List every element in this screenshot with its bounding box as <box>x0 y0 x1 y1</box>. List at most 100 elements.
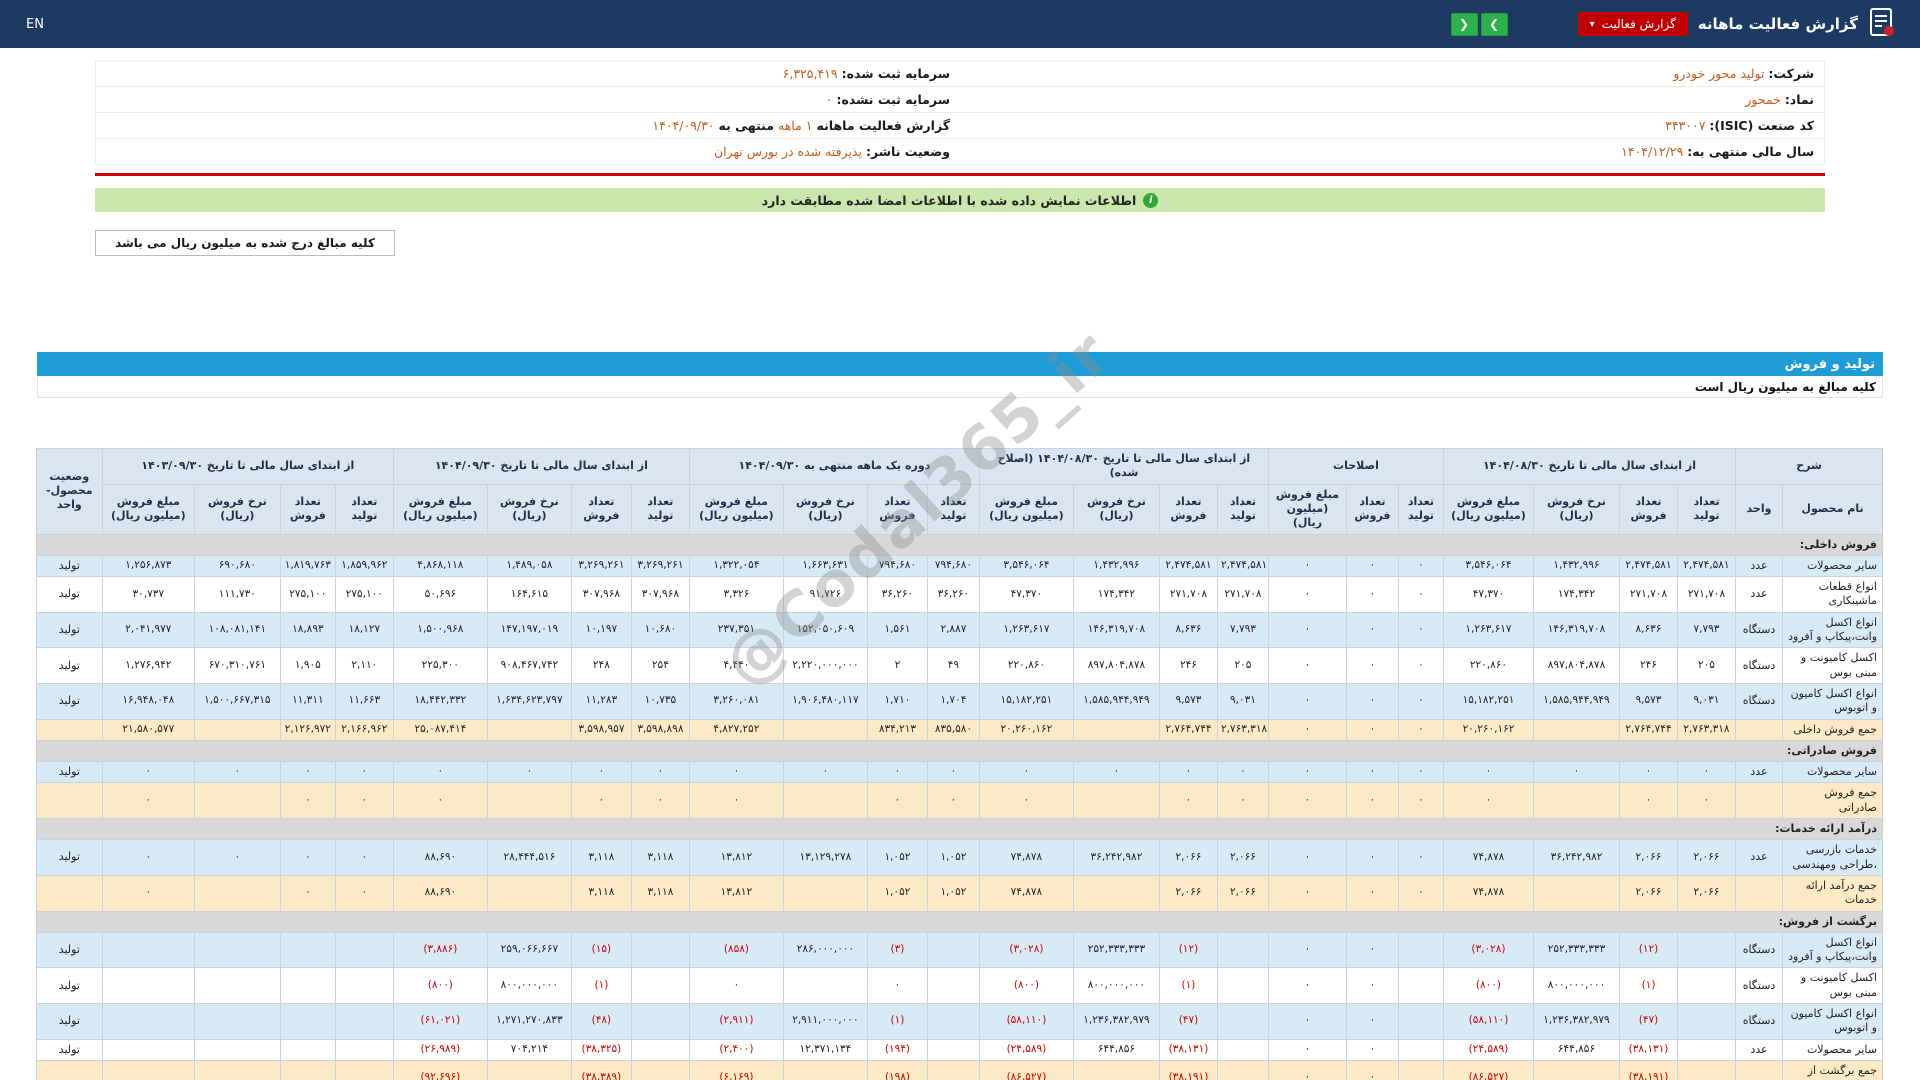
value-cell: ۹۱,۷۲۶ <box>782 576 868 613</box>
value-cell: (۴۷) <box>1619 1003 1678 1040</box>
col-header: تعداد تولید <box>334 483 394 535</box>
language-switch[interactable]: EN <box>26 17 44 32</box>
col-header: تعداد فروش <box>570 483 632 535</box>
value-cell: ۰ <box>1345 611 1399 649</box>
table-sum-row: جمع فروش صادراتی ۰ ۰ ۰ ۰ ۰ ۰ ۰ ۰ ۰ ۰ ۰ ۰ ۰ ۰ ۰ ۰ ۰ ۰ <box>35 782 1883 820</box>
value-cell: ۴۷,۳۷۰ <box>1442 576 1535 613</box>
value-cell <box>101 1003 195 1040</box>
unit-cell: دستگاه <box>1735 1003 1783 1040</box>
value-cell: ۱,۴۳۲,۹۹۶ <box>1533 554 1620 578</box>
prev-report-button[interactable]: ❮ <box>1450 12 1478 36</box>
value-cell: ۹,۵۷۳ <box>1619 682 1678 720</box>
value-cell <box>1397 931 1444 969</box>
value-cell: ۰ <box>1619 782 1678 820</box>
value-cell <box>193 874 281 912</box>
value-cell: ۳,۱۱۸ <box>630 874 690 912</box>
value-cell <box>1533 718 1620 741</box>
group-header-adjustments: اصلاحات <box>1267 448 1444 485</box>
value-cell: ۰ <box>1677 761 1736 784</box>
value-cell: ۰ <box>1397 611 1444 649</box>
value-cell: ۲۷۱,۷۰۸ <box>1158 576 1218 613</box>
value-cell: ۲۲۵,۳۰۰ <box>392 647 488 684</box>
value-cell: ۰ <box>1397 782 1444 820</box>
value-cell <box>630 1038 690 1061</box>
value-cell: ۷۹۴,۶۸۰ <box>866 554 928 578</box>
next-report-button[interactable]: ❯ <box>1480 12 1508 36</box>
value-cell: ۱۵,۱۸۲,۲۵۱ <box>978 682 1074 720</box>
col-header: مبلغ فروش (میلیون ریال) <box>1267 483 1347 535</box>
value-cell: ۲۱,۵۸۰,۵۷۷ <box>101 718 195 741</box>
value-cell: ۲,۸۸۷ <box>926 611 980 649</box>
status-cell: تولید <box>35 839 103 876</box>
value-cell: (۱۹۴) <box>866 1038 928 1061</box>
value-cell: ۰ <box>1267 967 1347 1005</box>
value-cell: ۲۰۵ <box>1677 647 1736 684</box>
value-cell <box>782 1059 868 1080</box>
info-icon: i <box>1143 192 1159 208</box>
value-cell: ۲,۰۶۶ <box>1619 874 1678 912</box>
value-cell: (۲۶,۹۸۹) <box>392 1038 488 1061</box>
value-cell: ۲۷۱,۷۰۸ <box>1216 576 1269 613</box>
value-cell <box>926 1038 980 1061</box>
value-cell <box>630 1059 690 1080</box>
product-name-cell: جمع فروش داخلی <box>1782 718 1883 741</box>
value-cell <box>782 874 868 912</box>
value-cell: ۰ <box>1442 782 1535 820</box>
value-cell <box>1216 1059 1269 1080</box>
value-cell: ۰ <box>392 782 488 820</box>
value-cell: ۸۰۰,۰۰۰,۰۰۰ <box>1072 967 1160 1005</box>
value-cell: ۷۰۴,۲۱۴ <box>486 1038 572 1061</box>
value-cell: ۰ <box>866 782 928 820</box>
value-cell: ۱,۵۶۱ <box>866 611 928 649</box>
value-cell: ۰ <box>1267 576 1347 613</box>
value-cell: ۱,۷۰۴ <box>926 682 980 720</box>
value-cell: ۲,۷۶۳,۳۱۸ <box>1677 718 1736 741</box>
value-cell <box>193 931 281 969</box>
value-cell: ۹,۰۳۱ <box>1216 682 1269 720</box>
value-cell: ۲۴۶ <box>1158 647 1218 684</box>
value-cell: (۶,۱۶۹) <box>688 1059 784 1080</box>
value-cell: ۱۰,۷۳۵ <box>630 682 690 720</box>
table-data-row: اکسل کامیونت و مینی بوس دستگاه (۱) ۸۰۰,۰۰۰,… <box>35 967 1883 1005</box>
value-cell: (۳۸,۱۹۱) <box>1158 1059 1218 1080</box>
value-cell: ۰ <box>1345 554 1399 578</box>
value-cell: ۲۷۱,۷۰۸ <box>1619 576 1678 613</box>
value-cell: ۳,۱۱۸ <box>630 839 690 876</box>
report-period-length: ۱ ماهه <box>778 118 813 133</box>
isic-label: کد صنعت (ISIC): <box>1709 118 1814 133</box>
value-cell: ۰ <box>1158 761 1218 784</box>
value-cell: (۱) <box>570 967 632 1005</box>
isic-row: کد صنعت (ISIC): ۳۴۳۰۰۷ <box>960 113 1824 139</box>
table-section-row: فروش داخلی: <box>35 533 1884 556</box>
product-name-cell: انواع اکسل وانت،پیکاپ و آفرود <box>1782 931 1883 969</box>
value-cell: ۳,۵۴۶,۰۶۴ <box>978 554 1074 578</box>
product-name-cell: انواع اکسل وانت،پیکاپ و آفرود <box>1782 611 1883 649</box>
value-cell: (۹۲,۶۹۶) <box>392 1059 488 1080</box>
amounts-note-box: کلیه مبالغ درج شده به میلیون ریال می باش… <box>95 230 395 256</box>
value-cell: ۲,۴۷۴,۵۸۱ <box>1158 554 1218 578</box>
report-type-dropdown[interactable]: گزارش فعالیت ▾ <box>1577 12 1688 36</box>
value-cell <box>486 874 572 912</box>
value-cell: ۰ <box>1158 782 1218 820</box>
value-cell: ۶۴۴,۸۵۶ <box>1533 1038 1620 1061</box>
col-header: نرخ فروش (ریال) <box>782 483 868 535</box>
company-info: شرکت: تولید محور خودرو سرمایه ثبت شده: ۶… <box>95 60 1825 165</box>
value-cell: ۰ <box>1397 647 1444 684</box>
value-cell: (۱) <box>866 1003 928 1040</box>
production-sales-table: شرح از ابتدای سال مالی تا تاریخ ۱۴۰۴/۰۸/… <box>35 448 1884 1080</box>
value-cell: ۰ <box>1345 1038 1399 1061</box>
table-sub-header-row: نام محصول واحد تعداد تولید تعداد فروش نر… <box>36 483 1883 535</box>
table-data-row: انواع اکسل وانت،پیکاپ و آفرود دستگاه ۷,۷۹۳… <box>35 611 1883 649</box>
value-cell: ۲۵,۰۸۷,۴۱۴ <box>392 718 488 741</box>
section-title: تولید و فروش <box>1784 356 1875 372</box>
product-name-cell: جمع فروش صادراتی <box>1782 782 1883 820</box>
col-header: تعداد فروش <box>1158 483 1218 535</box>
value-cell: (۳۸,۱۳۱) <box>1158 1038 1218 1061</box>
col-header: تعداد تولید <box>1677 483 1736 535</box>
value-cell: ۵۰,۶۹۶ <box>392 576 488 613</box>
value-cell: ۱۴۶,۳۱۹,۷۰۸ <box>1533 611 1620 649</box>
value-cell: ۰ <box>1345 839 1399 876</box>
value-cell: (۳) <box>866 931 928 969</box>
value-cell: (۱۲) <box>1158 931 1218 969</box>
value-cell: ۱,۵۰۰,۹۶۸ <box>392 611 488 649</box>
